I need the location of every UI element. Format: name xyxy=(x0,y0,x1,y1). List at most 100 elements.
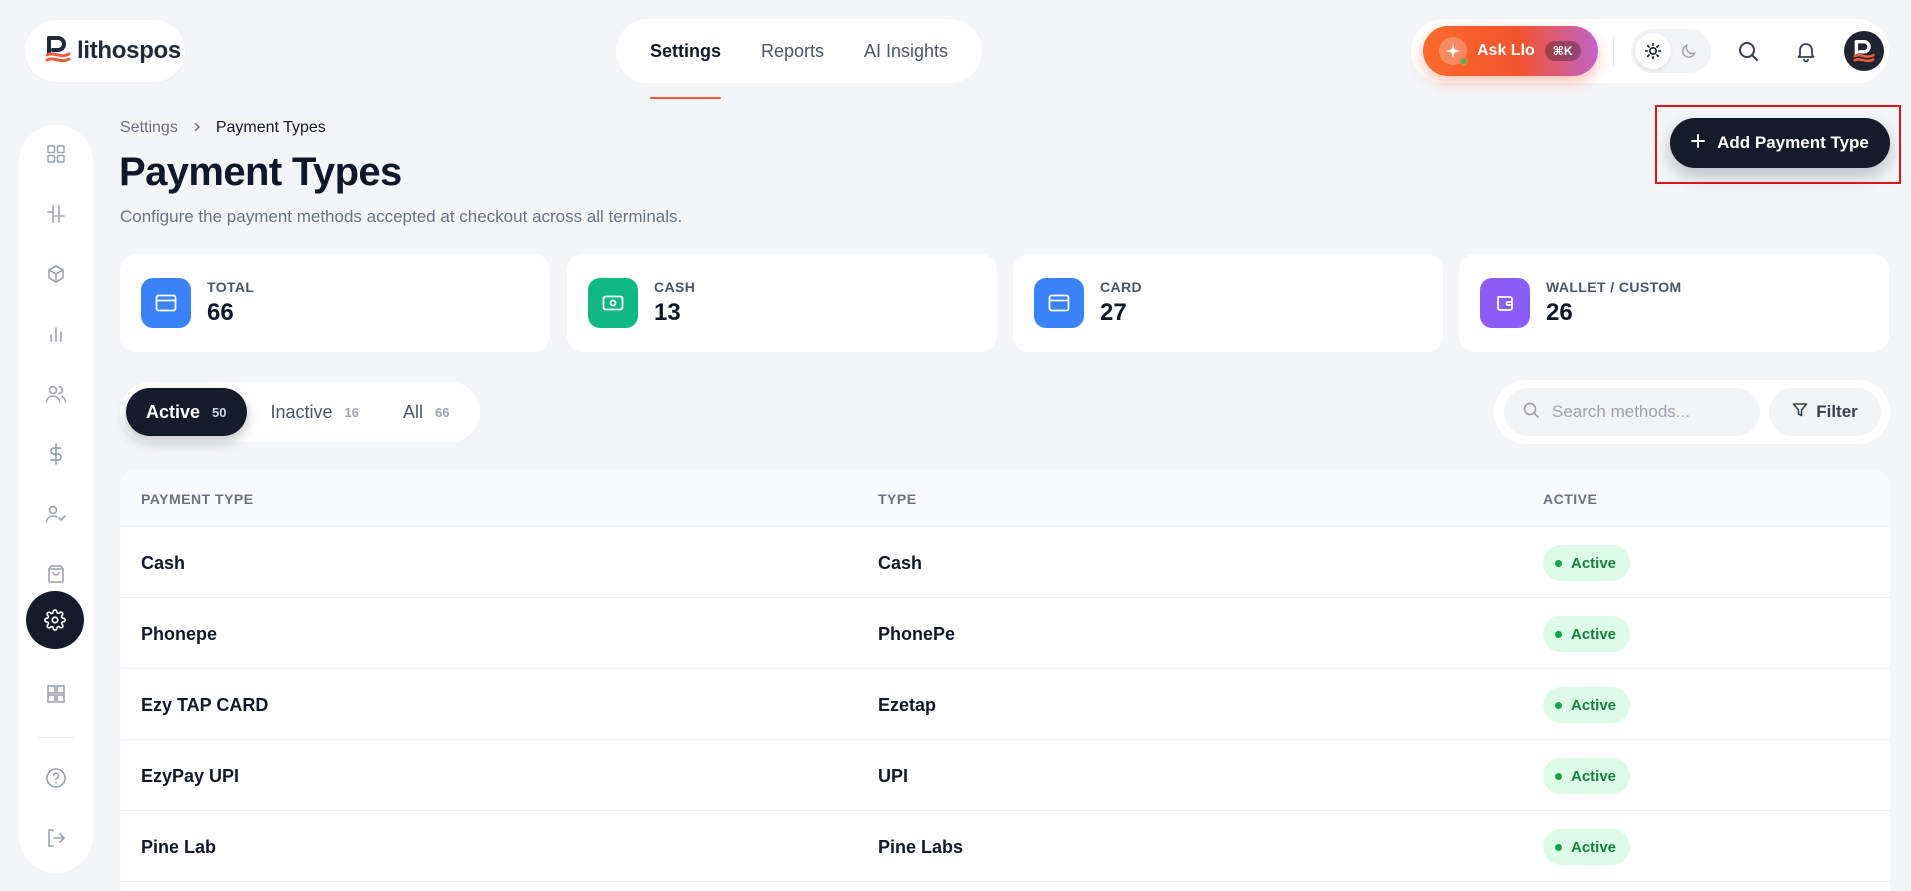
topnav-tab-ai-insights[interactable]: AI Insights xyxy=(864,41,948,62)
payment-type-name: Pine Lab xyxy=(141,837,217,857)
card-icon xyxy=(1034,278,1084,328)
wallet-icon xyxy=(1480,278,1530,328)
sparkle-icon xyxy=(1439,37,1468,66)
sidebar-divider xyxy=(38,737,74,738)
column-header-active[interactable]: ACTIVE xyxy=(1543,491,1597,507)
status-badge: Active xyxy=(1543,687,1631,723)
payment-type-name: EzyPay UPI xyxy=(141,766,240,786)
status-label: Active xyxy=(1571,696,1617,714)
status-badge: Active xyxy=(1543,829,1631,865)
status-dot xyxy=(1555,772,1562,780)
status-label: Active xyxy=(1571,838,1617,856)
sidebar xyxy=(19,125,93,873)
tab-label: All xyxy=(403,401,424,422)
breadcrumb: Settings Payment Types xyxy=(120,119,326,137)
sun-icon[interactable] xyxy=(1635,33,1671,69)
stat-value: 13 xyxy=(654,299,681,326)
status-badge: Active xyxy=(1543,545,1631,581)
topnav-tab-settings[interactable]: Settings xyxy=(649,41,721,99)
highlight-box xyxy=(1655,105,1901,184)
stat-value: 27 xyxy=(1100,299,1127,326)
page-subtitle: Configure the payment methods accepted a… xyxy=(120,207,683,226)
stat-card-cash: CASH 13 xyxy=(567,254,997,352)
logout-icon[interactable] xyxy=(38,820,74,856)
search-icon[interactable] xyxy=(1726,29,1770,73)
table-header: PAYMENT TYPE TYPE ACTIVE xyxy=(120,470,1890,527)
ask-assistant-button[interactable]: Ask Llo ⌘K xyxy=(1423,26,1598,76)
gear-icon[interactable] xyxy=(26,591,84,649)
status-label: Active xyxy=(1571,767,1617,785)
stat-card-total: TOTAL 66 xyxy=(120,254,550,352)
column-header-payment-type[interactable]: PAYMENT TYPE xyxy=(141,491,254,507)
payment-type-kind: Pine Labs xyxy=(878,837,964,857)
stat-value: 26 xyxy=(1546,299,1573,326)
tab-count: 66 xyxy=(435,404,450,420)
filter-icon xyxy=(1792,402,1808,423)
dashboard-grid-icon[interactable] xyxy=(38,136,74,172)
status-dot xyxy=(1555,559,1562,567)
tab-inactive[interactable]: Inactive 16 xyxy=(251,388,380,436)
stat-card-wallet: WALLET / CUSTOM 26 xyxy=(1459,254,1889,352)
table-row[interactable]: EzyPay UPI UPI Active xyxy=(120,740,1890,811)
search-input[interactable] xyxy=(1552,402,1742,422)
payment-type-name: Phonepe xyxy=(141,624,218,644)
filter-label: Filter xyxy=(1816,402,1858,421)
topnav-tab-reports[interactable]: Reports xyxy=(761,41,824,62)
moon-icon[interactable] xyxy=(1671,33,1707,69)
column-header-type[interactable]: TYPE xyxy=(878,491,917,507)
top-navigation: Settings Reports AI Insights xyxy=(616,19,982,99)
shortcut-badge: ⌘K xyxy=(1544,41,1581,61)
adjustments-icon[interactable] xyxy=(38,196,74,232)
ask-assistant-label: Ask Llo xyxy=(1477,42,1535,59)
tab-count: 50 xyxy=(212,404,227,420)
bell-icon[interactable] xyxy=(1784,29,1828,73)
tab-label: Active xyxy=(146,401,201,422)
apps-grid-icon[interactable] xyxy=(38,676,74,712)
card-icon xyxy=(141,278,191,328)
stat-card-card: CARD 27 xyxy=(1013,254,1443,352)
bar-chart-icon[interactable] xyxy=(38,316,74,352)
divider xyxy=(1613,36,1614,66)
page-title: Payment Types xyxy=(119,150,402,194)
payment-type-kind: PhonePe xyxy=(878,624,956,644)
users-icon[interactable] xyxy=(38,376,74,412)
table-row[interactable]: Ezy TAP CARD Ezetap Active xyxy=(120,669,1890,740)
payment-type-name: Cash xyxy=(141,553,186,573)
payment-type-kind: Cash xyxy=(878,553,923,573)
status-badge: Active xyxy=(1543,758,1631,794)
shopping-bag-icon[interactable] xyxy=(38,556,74,592)
online-indicator xyxy=(1459,57,1468,66)
stat-value: 66 xyxy=(207,299,234,326)
tab-active[interactable]: Active 50 xyxy=(126,388,247,436)
breadcrumb-parent[interactable]: Settings xyxy=(120,119,178,137)
table-row[interactable]: Cash Cash Active xyxy=(120,527,1890,598)
brand-name: lithospos xyxy=(77,37,181,64)
user-check-icon[interactable] xyxy=(38,496,74,532)
lithospos-logo-icon xyxy=(45,35,71,68)
box-icon[interactable] xyxy=(38,256,74,292)
help-icon[interactable] xyxy=(38,760,74,796)
status-dot xyxy=(1555,630,1562,638)
search-field[interactable] xyxy=(1504,388,1760,436)
chevron-right-icon xyxy=(192,119,202,137)
table-row[interactable]: Phonepe PhonePe Active xyxy=(120,598,1890,669)
status-badge: Active xyxy=(1543,616,1631,652)
banknote-icon xyxy=(588,278,638,328)
avatar[interactable] xyxy=(1844,31,1884,71)
table-row[interactable]: Pine Lab Pine Labs Active xyxy=(120,811,1890,882)
stat-label: CASH xyxy=(654,279,696,295)
payment-type-kind: Ezetap xyxy=(878,695,937,715)
dollar-icon[interactable] xyxy=(38,436,74,472)
search-icon xyxy=(1522,401,1540,424)
status-dot xyxy=(1555,843,1562,851)
filter-button[interactable]: Filter xyxy=(1769,388,1881,436)
status-tabs: Active 50 Inactive 16 All 66 xyxy=(120,382,480,442)
stat-label: WALLET / CUSTOM xyxy=(1546,279,1682,295)
status-label: Active xyxy=(1571,554,1617,572)
tab-all[interactable]: All 66 xyxy=(383,388,469,436)
stat-label: CARD xyxy=(1100,279,1143,295)
theme-toggle[interactable] xyxy=(1631,29,1711,73)
status-label: Active xyxy=(1571,625,1617,643)
breadcrumb-current: Payment Types xyxy=(215,119,326,136)
logo[interactable]: lithospos xyxy=(25,20,185,82)
